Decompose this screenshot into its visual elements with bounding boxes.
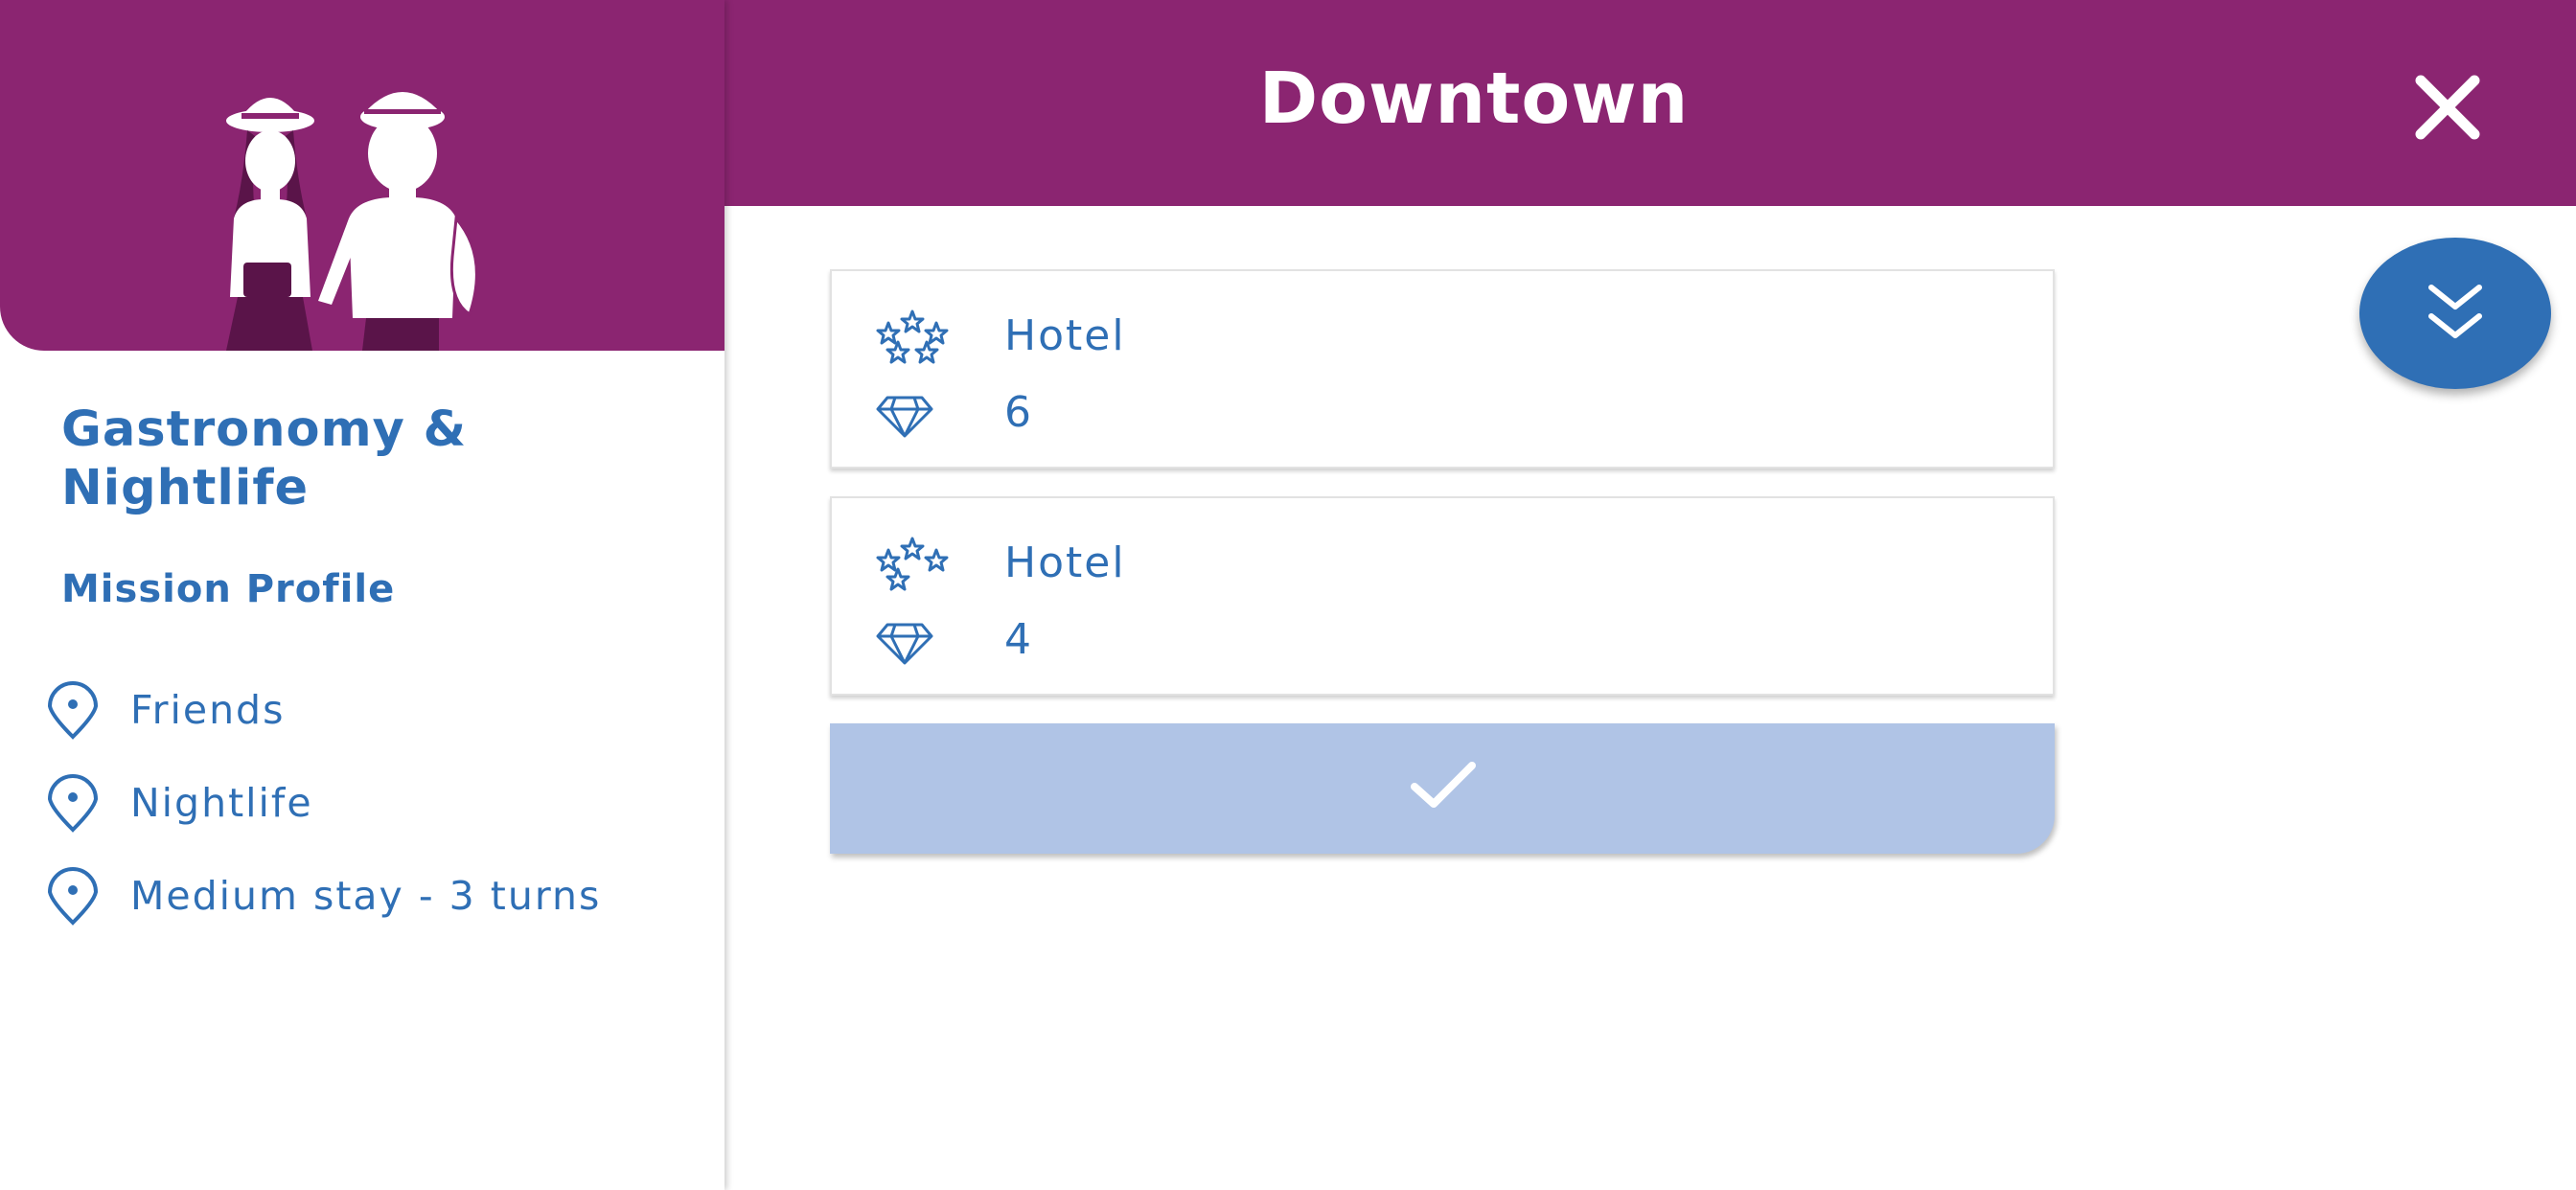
profile-item-nightlife: Nightlife <box>42 756 713 849</box>
profile-item-label: Friends <box>130 686 286 733</box>
profile-item-stay: Medium stay - 3 turns <box>42 849 713 942</box>
diamond-icon <box>876 623 933 665</box>
chevron-double-down-icon <box>2428 285 2482 338</box>
hotel-option-card[interactable]: Hotel 4 <box>830 496 2055 696</box>
star-cluster-icon <box>876 537 949 591</box>
mission-profile-heading: Mission Profile <box>61 567 396 611</box>
map-pin-icon <box>47 773 99 833</box>
profile-item-friends: Friends <box>42 663 713 756</box>
option-type: Hotel <box>1004 538 1126 587</box>
close-icon <box>2415 75 2480 140</box>
star-cluster-icon <box>876 309 949 364</box>
mission-profile-list: Friends Nightlife Medium stay - 3 turns <box>42 663 713 942</box>
mission-banner <box>0 0 724 351</box>
option-value: 4 <box>1004 615 1033 664</box>
diamond-icon <box>876 396 933 438</box>
confirm-button[interactable] <box>830 723 2055 854</box>
close-button[interactable] <box>2413 73 2482 142</box>
option-value: 6 <box>1004 388 1033 437</box>
map-pin-icon <box>47 866 99 926</box>
profile-item-label: Medium stay - 3 turns <box>130 872 602 919</box>
travelers-illustration <box>226 92 478 351</box>
mission-title: Gastronomy & Nightlife <box>61 401 468 516</box>
hotel-option-card[interactable]: Hotel 6 <box>830 269 2055 469</box>
mission-panel: Gastronomy & Nightlife Mission Profile F… <box>0 0 724 1190</box>
option-type: Hotel <box>1004 311 1126 360</box>
page-title: Downtown <box>1258 57 1690 140</box>
map-pin-icon <box>47 680 99 740</box>
expand-button[interactable] <box>2359 238 2551 389</box>
profile-item-label: Nightlife <box>130 779 313 826</box>
checkmark-icon <box>1411 762 1476 808</box>
